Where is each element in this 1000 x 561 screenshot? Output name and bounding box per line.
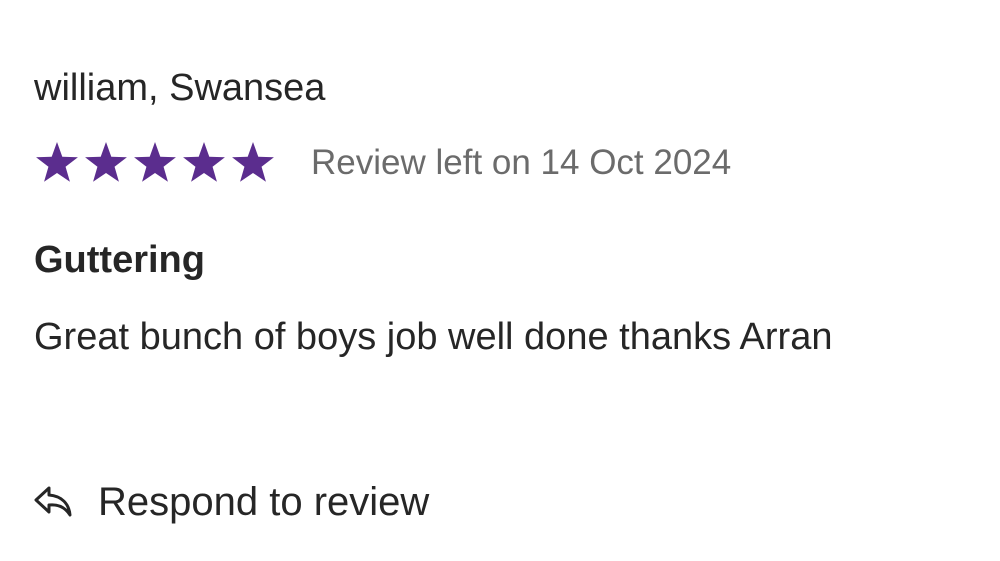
star-rating (33, 140, 278, 186)
reply-arrow-icon (34, 486, 72, 517)
review-body: Great bunch of boys job well done thanks… (34, 316, 833, 358)
review-date: Review left on 14 Oct 2024 (311, 143, 732, 182)
review-title: Guttering (34, 239, 205, 281)
review-card: william, Swansea Review left on 14 Oct 2… (0, 0, 1000, 561)
respond-label: Respond to review (98, 480, 430, 524)
star-icon (183, 142, 225, 182)
star-icon (232, 142, 274, 182)
respond-to-review-button[interactable]: Respond to review (32, 476, 429, 528)
rating-row: Review left on 14 Oct 2024 (33, 138, 731, 188)
star-icon (36, 142, 78, 182)
reviewer-name-location: william, Swansea (34, 67, 326, 109)
star-icon (134, 142, 176, 182)
star-icon (85, 142, 127, 182)
